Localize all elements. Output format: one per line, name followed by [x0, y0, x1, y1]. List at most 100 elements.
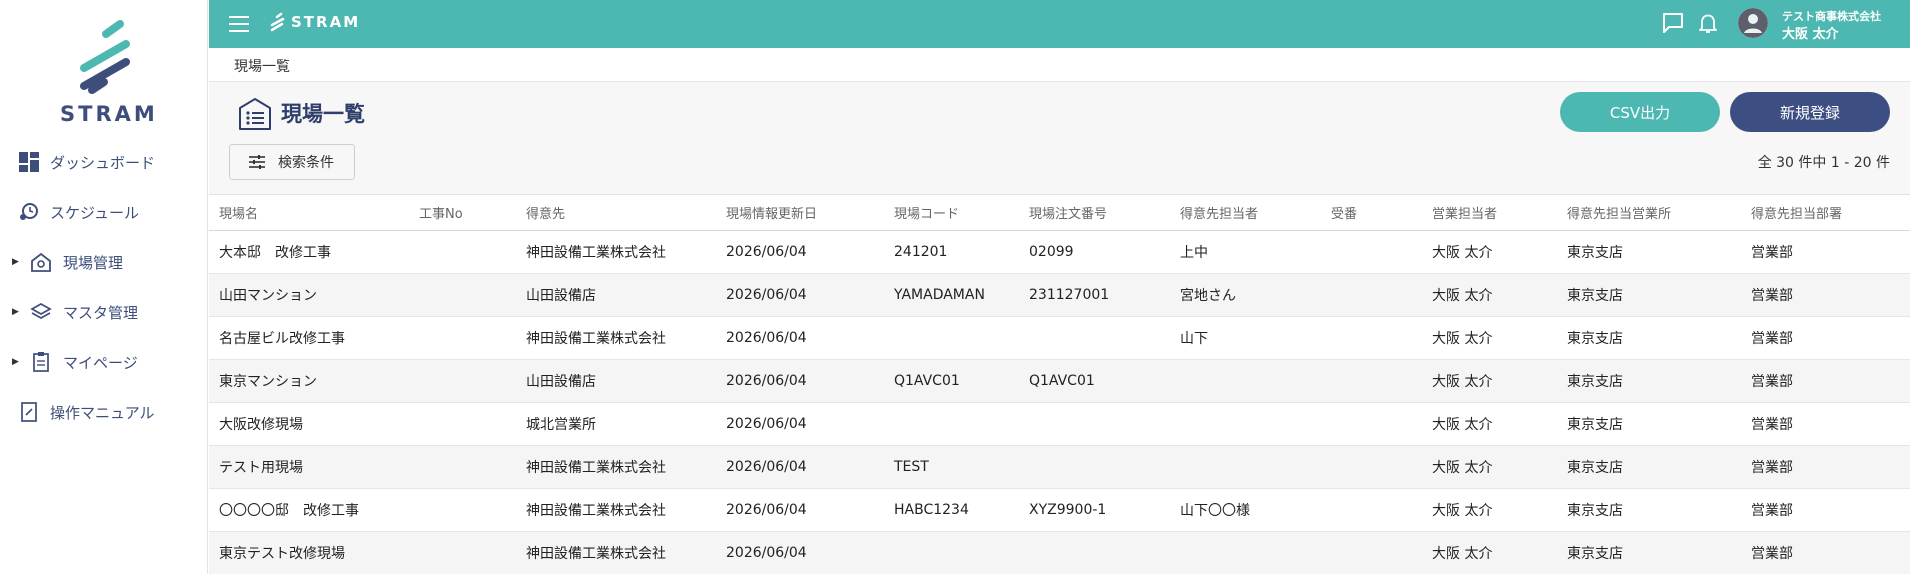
cell-client-office: 東京支店 — [1557, 316, 1741, 360]
column-header-client-contact[interactable]: 得意先担当者 — [1170, 194, 1321, 231]
cell-construction-no — [409, 402, 516, 446]
search-conditions-label: 検索条件 — [278, 155, 334, 171]
table-header-row: 現場名 工事No 得意先 現場情報更新日 現場コード 現場注文番号 得意先担当者 受番 営業担当… — [209, 194, 1910, 231]
cell-order-no — [1019, 316, 1170, 360]
header-logo[interactable]: STRAM — [269, 12, 360, 32]
cell-receipt-no — [1321, 273, 1422, 317]
user-avatar-icon — [1738, 8, 1768, 38]
search-conditions-button[interactable]: 検索条件 — [229, 144, 355, 180]
schedule-icon — [18, 201, 40, 223]
table-row[interactable]: 山田マンション 山田設備店 2026/06/04 YAMADAMAN 231127001… — [209, 273, 1910, 317]
cell-construction-no — [409, 531, 516, 574]
table-row[interactable]: 東京マンション 山田設備店 2026/06/04 Q1AVC01 Q1AVC01 大阪 太… — [209, 359, 1910, 403]
company-name: テスト商事株式会社 — [1782, 10, 1881, 23]
caret-right-icon: ▶ — [12, 357, 19, 367]
cell-construction-no — [409, 445, 516, 489]
cell-updated-date: 2026/06/04 — [716, 531, 884, 574]
table-row[interactable]: 〇〇〇〇邸 改修工事 神田設備工業株式会社 2026/06/04 HABC1234 XY… — [209, 488, 1910, 532]
cell-client-contact — [1170, 402, 1321, 446]
sidebar-item-dashboard[interactable]: ダッシュボード — [0, 142, 208, 182]
breadcrumb[interactable]: 現場一覧 — [234, 56, 290, 76]
cell-client-department: 営業部 — [1741, 445, 1910, 489]
column-header-client[interactable]: 得意先 — [516, 194, 716, 231]
cell-client-contact: 山下 — [1170, 316, 1321, 360]
cell-receipt-no — [1321, 230, 1422, 274]
chat-icon[interactable] — [1661, 11, 1685, 39]
table-row[interactable]: 東京テスト改修現場 神田設備工業株式会社 2026/06/04 大阪 太介 東京支店 営業… — [209, 531, 1910, 574]
cell-client-office: 東京支店 — [1557, 273, 1741, 317]
hamburger-menu-icon[interactable] — [229, 16, 249, 32]
cell-construction-no — [409, 230, 516, 274]
cell-client: 神田設備工業株式会社 — [516, 230, 716, 274]
stram-logo[interactable]: STRAM — [60, 18, 155, 128]
cell-site-code: YAMADAMAN — [884, 273, 1019, 317]
table-row[interactable]: 大本邸 改修工事 神田設備工業株式会社 2026/06/04 241201 02099 上… — [209, 230, 1910, 274]
sidebar-item-mypage[interactable]: ▶ マイページ — [0, 342, 208, 382]
cell-client: 神田設備工業株式会社 — [516, 316, 716, 360]
column-header-site-name[interactable]: 現場名 — [209, 194, 409, 231]
cell-client-office: 東京支店 — [1557, 359, 1741, 403]
cell-site-name: 山田マンション — [209, 273, 409, 317]
column-header-order-no[interactable]: 現場注文番号 — [1019, 194, 1170, 231]
sidebar-item-label: 操作マニュアル — [50, 403, 155, 422]
table-row[interactable]: 大阪改修現場 城北営業所 2026/06/04 大阪 太介 東京支店 営業部 — [209, 402, 1910, 446]
table-row[interactable]: テスト用現場 神田設備工業株式会社 2026/06/04 TEST 大阪 太介 東京支店営… — [209, 445, 1910, 489]
cell-order-no — [1019, 402, 1170, 446]
stram-small-logo-icon — [270, 12, 285, 32]
cell-updated-date: 2026/06/04 — [716, 359, 884, 403]
cell-client-contact: 山下〇〇様 — [1170, 488, 1321, 532]
avatar[interactable] — [1738, 8, 1768, 38]
sidebar-item-schedule[interactable]: スケジュール — [0, 192, 208, 232]
column-header-receipt-no[interactable]: 受番 — [1321, 194, 1422, 231]
manual-icon — [18, 401, 40, 423]
cell-site-name: 東京テスト改修現場 — [209, 531, 409, 574]
cell-construction-no — [409, 273, 516, 317]
cell-client-office: 東京支店 — [1557, 402, 1741, 446]
cell-sales-rep: 大阪 太介 — [1422, 445, 1557, 489]
cell-site-code: TEST — [884, 445, 1019, 489]
sidebar-item-manual[interactable]: 操作マニュアル — [0, 392, 208, 432]
cell-client: 神田設備工業株式会社 — [516, 445, 716, 489]
sidebar-item-master-management[interactable]: ▶ マスタ管理 — [0, 292, 208, 332]
cell-client-office: 東京支店 — [1557, 488, 1741, 532]
cell-client-contact — [1170, 531, 1321, 574]
cell-site-name: テスト用現場 — [209, 445, 409, 489]
breadcrumb-bar: 現場一覧 — [209, 48, 1910, 82]
cell-client-contact: 宮地さん — [1170, 273, 1321, 317]
cell-sales-rep: 大阪 太介 — [1422, 316, 1557, 360]
sidebar-item-site-management[interactable]: ▶ 現場管理 — [0, 242, 208, 282]
cell-site-code — [884, 316, 1019, 360]
sidebar: STRAM ダッシュボード スケジュール ▶ 現場管理 ▶ マスタ管理 ▶ マイ… — [0, 0, 208, 574]
layers-icon — [30, 301, 52, 323]
site-management-icon — [30, 251, 52, 273]
cell-receipt-no — [1321, 359, 1422, 403]
bell-icon[interactable] — [1696, 11, 1720, 39]
stram-logo-mark-icon — [80, 20, 130, 94]
cell-client-department: 営業部 — [1741, 402, 1910, 446]
sidebar-item-label: マスタ管理 — [63, 303, 139, 322]
column-header-client-department[interactable]: 得意先担当部署 — [1741, 194, 1910, 231]
cell-site-name: 大本邸 改修工事 — [209, 230, 409, 274]
cell-client-department: 営業部 — [1741, 316, 1910, 360]
column-header-client-office[interactable]: 得意先担当営業所 — [1557, 194, 1741, 231]
cell-site-name: 大阪改修現場 — [209, 402, 409, 446]
cell-sales-rep: 大阪 太介 — [1422, 230, 1557, 274]
column-header-sales-rep[interactable]: 営業担当者 — [1422, 194, 1557, 231]
csv-export-button[interactable]: CSV出力 — [1560, 92, 1720, 132]
cell-order-no: 231127001 — [1019, 273, 1170, 317]
cell-construction-no — [409, 359, 516, 403]
cell-client-office: 東京支店 — [1557, 445, 1741, 489]
header-logo-text: STRAM — [291, 13, 361, 31]
cell-client: 山田設備店 — [516, 273, 716, 317]
column-header-updated-date[interactable]: 現場情報更新日 — [716, 194, 884, 231]
filter-sliders-icon — [249, 155, 265, 169]
cell-client-contact — [1170, 445, 1321, 489]
cell-site-code — [884, 531, 1019, 574]
page-title: 現場一覧 — [281, 102, 365, 126]
user-name[interactable]: 大阪 太介 — [1782, 23, 1839, 42]
new-registration-button[interactable]: 新規登録 — [1730, 92, 1890, 132]
column-header-site-code[interactable]: 現場コード — [884, 194, 1019, 231]
table-row[interactable]: 名古屋ビル改修工事 神田設備工業株式会社 2026/06/04 山下 大阪 太介 東京支店… — [209, 316, 1910, 360]
cell-site-code: Q1AVC01 — [884, 359, 1019, 403]
column-header-construction-no[interactable]: 工事No — [409, 194, 516, 231]
